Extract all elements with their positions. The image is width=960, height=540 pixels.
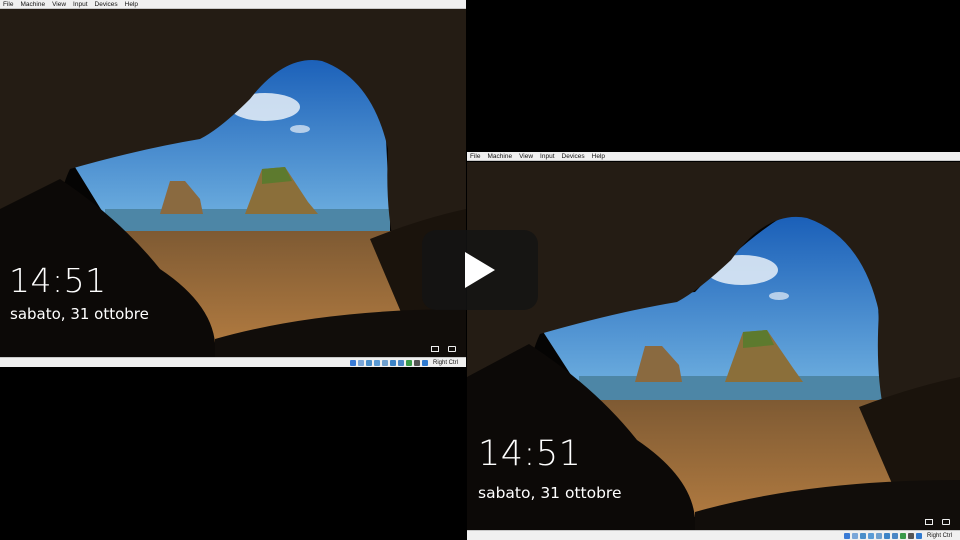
vm-window-right: File Machine View Input Devices Help 14:… [467,152,960,540]
hard-disk-icon[interactable] [843,532,850,539]
lockscreen[interactable]: 14:51 sabato, 31 ottobre [467,162,960,530]
usb-icon[interactable] [381,359,388,366]
usb-icon[interactable] [875,532,882,539]
menu-help[interactable]: Help [592,152,605,161]
vm-statusbar: Right Ctrl [0,357,466,367]
lockscreen-time: 14:51 [478,434,582,474]
menu-view[interactable]: View [52,0,66,9]
power-icon[interactable] [448,346,456,352]
mouse-integration-icon[interactable] [421,359,428,366]
menu-machine[interactable]: Machine [487,152,512,161]
shared-folder-icon[interactable] [389,359,396,366]
network-icon[interactable] [925,519,933,525]
mouse-integration-icon[interactable] [915,532,922,539]
menu-file[interactable]: File [470,152,480,161]
vm-window-left: File Machine View Input Devices Help 14:… [0,0,466,367]
play-button[interactable] [422,230,538,310]
audio-icon[interactable] [859,532,866,539]
lockscreen-time: 14:51 [9,261,107,300]
lockscreen-date: sabato, 31 ottobre [10,305,149,323]
network-adapter-icon[interactable] [373,359,380,366]
shared-folder-icon[interactable] [883,532,890,539]
lockscreen-icons [925,519,950,525]
menu-devices[interactable]: Devices [95,0,118,9]
menu-help[interactable]: Help [125,0,138,9]
optical-drive-icon[interactable] [357,359,364,366]
cpu-icon[interactable] [907,532,914,539]
network-icon[interactable] [431,346,439,352]
host-key-label: Right Ctrl [432,359,458,366]
vm-menubar: File Machine View Input Devices Help [467,152,960,161]
menu-machine[interactable]: Machine [20,0,45,9]
display-icon[interactable] [397,359,404,366]
menu-devices[interactable]: Devices [562,152,585,161]
cpu-icon[interactable] [413,359,420,366]
menu-input[interactable]: Input [540,152,554,161]
power-icon[interactable] [942,519,950,525]
menu-file[interactable]: File [3,0,13,9]
video-capture-icon[interactable] [405,359,412,366]
menu-view[interactable]: View [519,152,533,161]
hard-disk-icon[interactable] [349,359,356,366]
optical-drive-icon[interactable] [851,532,858,539]
vm-statusbar: Right Ctrl [467,530,960,540]
vm-menubar: File Machine View Input Devices Help [0,0,466,9]
play-icon [465,252,495,288]
menu-input[interactable]: Input [73,0,87,9]
cave-beach-wallpaper [467,162,960,530]
lockscreen-date: sabato, 31 ottobre [478,484,622,502]
display-icon[interactable] [891,532,898,539]
network-adapter-icon[interactable] [867,532,874,539]
host-key-label: Right Ctrl [926,532,952,539]
video-capture-icon[interactable] [899,532,906,539]
audio-icon[interactable] [365,359,372,366]
lockscreen-icons [431,346,456,352]
lockscreen[interactable]: 14:51 sabato, 31 ottobre [0,9,466,357]
